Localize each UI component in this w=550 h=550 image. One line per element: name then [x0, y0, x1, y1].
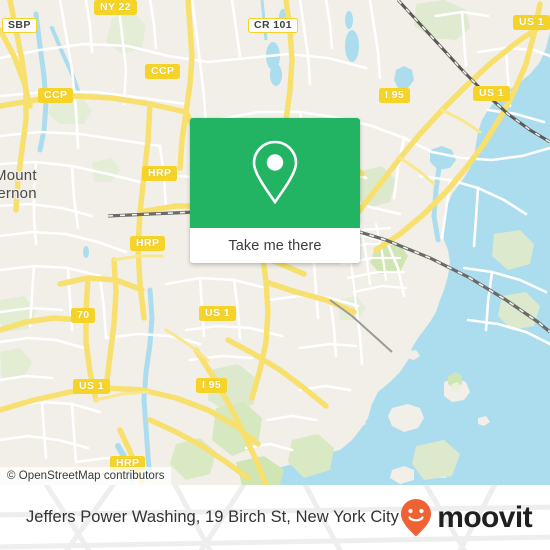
- shield-us-1-2[interactable]: US 1: [473, 86, 510, 101]
- moovit-wordmark: moovit: [437, 500, 532, 534]
- shield-70[interactable]: 70: [71, 308, 96, 323]
- shield-cr-101[interactable]: CR 101: [248, 18, 299, 33]
- shield-us-1-4[interactable]: US 1: [73, 379, 110, 394]
- location-card[interactable]: Take me there: [190, 118, 360, 263]
- shield-ccp-1[interactable]: CCP: [145, 64, 181, 79]
- map-pin-icon: [252, 140, 298, 205]
- osm-attribution[interactable]: © OpenStreetMap contributors: [0, 467, 171, 485]
- osm-attribution-text: © OpenStreetMap contributors: [7, 470, 165, 482]
- venue-title: Jeffers Power Washing, 19 Birch St, New …: [26, 508, 399, 526]
- shield-ny-22[interactable]: NY 22: [94, 0, 137, 15]
- shield-us-1-3[interactable]: US 1: [199, 306, 236, 321]
- bottom-bar: Jeffers Power Washing, 19 Birch St, New …: [0, 485, 550, 550]
- moovit-logo[interactable]: moovit: [399, 498, 533, 538]
- shield-us-1-1[interactable]: US 1: [513, 15, 550, 30]
- location-card-header: [190, 118, 360, 228]
- shield-ccp-2[interactable]: CCP: [38, 88, 74, 103]
- shield-i-95-1[interactable]: I 95: [379, 88, 411, 103]
- moovit-map-page: Mount Vernon SBP NY 22 CCP CCP CR 101 I …: [0, 0, 550, 550]
- shield-sbp[interactable]: SBP: [2, 18, 37, 33]
- shield-hrp-1[interactable]: HRP: [142, 166, 178, 181]
- moovit-smiley-pin-icon: [401, 498, 432, 536]
- take-me-there-label: Take me there: [228, 237, 322, 254]
- bottom-bar-content: Jeffers Power Washing, 19 Birch St, New …: [0, 485, 550, 550]
- shield-hrp-2[interactable]: HRP: [130, 236, 166, 251]
- shield-i-95-2[interactable]: I 95: [196, 378, 228, 393]
- map-canvas[interactable]: Mount Vernon SBP NY 22 CCP CCP CR 101 I …: [0, 0, 550, 485]
- take-me-there-button[interactable]: Take me there: [190, 228, 360, 263]
